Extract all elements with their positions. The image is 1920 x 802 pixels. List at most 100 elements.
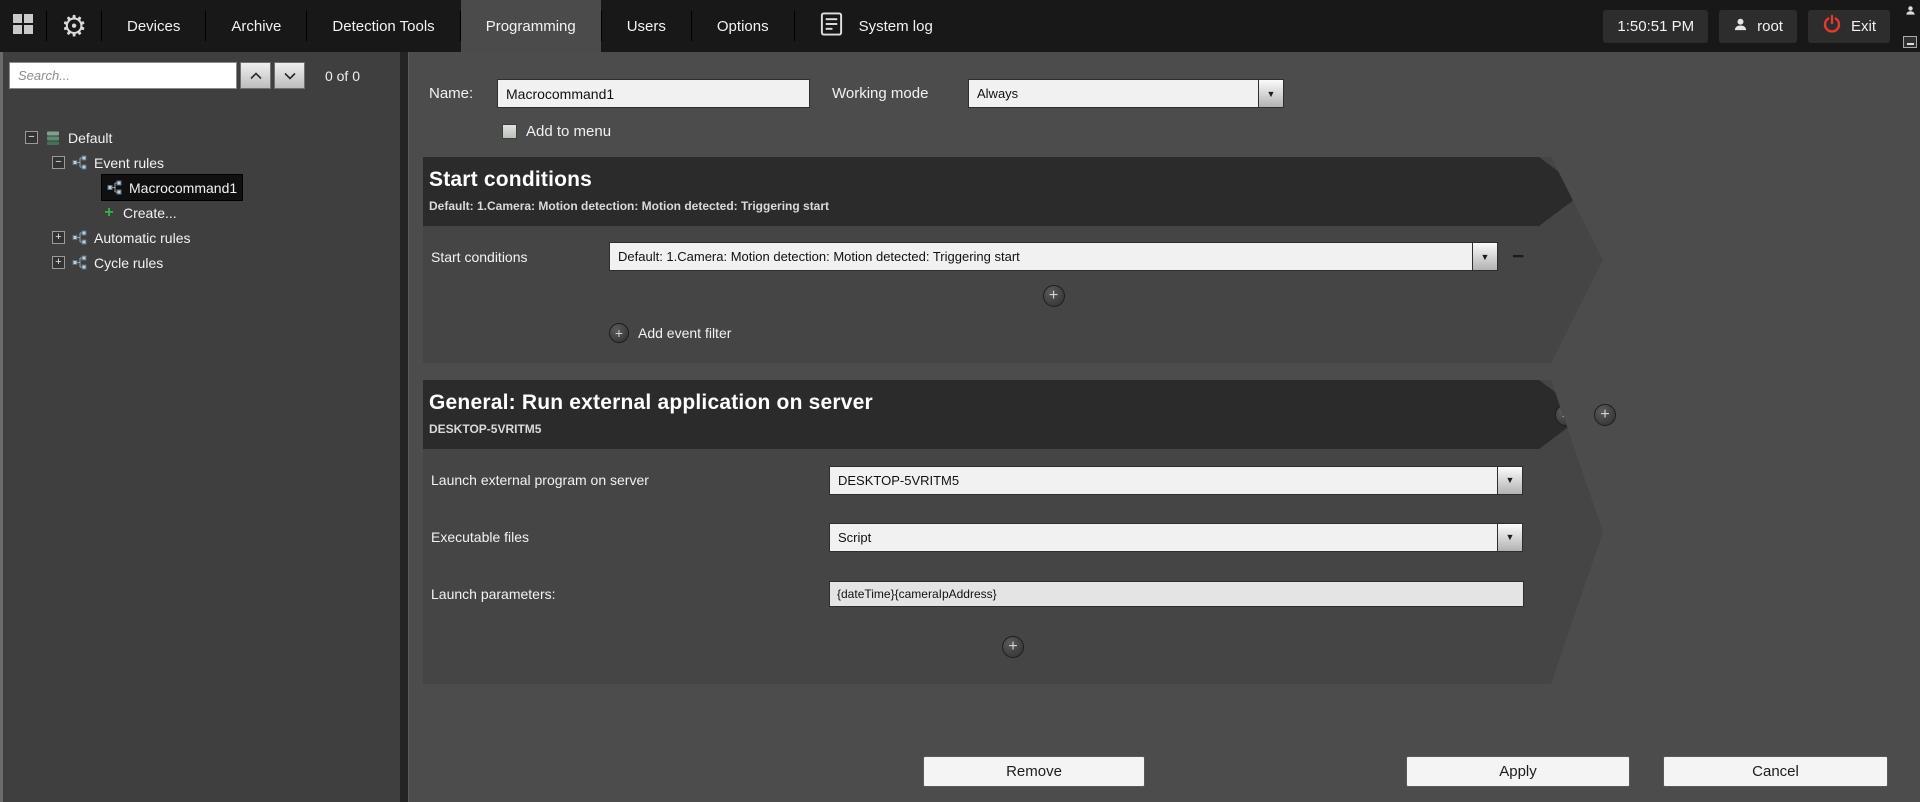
tab-users[interactable]: Users: [602, 0, 691, 52]
launch-parameters-input[interactable]: [829, 581, 1524, 607]
corner-icons: [1903, 0, 1917, 52]
executable-dropdown-button[interactable]: ▼: [1497, 523, 1523, 552]
layout-grid-button[interactable]: [0, 0, 46, 52]
plus-icon: +: [1008, 639, 1017, 655]
server-dropdown-button[interactable]: ▼: [1497, 466, 1523, 495]
tab-programming[interactable]: Programming: [461, 0, 601, 52]
server-select: DESKTOP-5VRITM5 ▼: [829, 466, 1523, 495]
add-condition-button[interactable]: +: [1043, 285, 1065, 307]
tree-item-macrocommand1[interactable]: Macrocommand1: [102, 175, 242, 200]
tree-item-label: Create...: [123, 205, 177, 221]
add-condition-row: +: [609, 285, 1498, 307]
executable-select: Script ▼: [829, 523, 1523, 552]
tree-search-row: 0 of 0: [3, 52, 400, 89]
working-mode-select: Always ▼: [968, 79, 1284, 108]
run-external-app-section: General: Run external application on ser…: [423, 380, 1603, 684]
settings-button[interactable]: ⚙: [47, 0, 101, 52]
tree-item-event-rules[interactable]: − Event rules: [52, 150, 164, 175]
system-log-label: System log: [859, 18, 933, 35]
object-tree: − Default − Event rules: [3, 125, 400, 275]
start-condition-select: Default: 1.Camera: Motion detection: Mot…: [609, 242, 1498, 271]
plus-icon: +: [1600, 407, 1609, 423]
remove-action-button[interactable]: ×: [1555, 404, 1577, 426]
expander-icon[interactable]: −: [52, 156, 65, 169]
app-window: ⚙ Devices Archive Detection Tools Progra…: [0, 0, 1920, 802]
search-match-counter: 0 of 0: [325, 68, 360, 84]
clock-text: 1:50:51 PM: [1617, 18, 1694, 35]
add-sub-action-button[interactable]: +: [1002, 636, 1024, 658]
grid-icon: [11, 12, 35, 41]
remove-condition-button[interactable]: −: [1512, 246, 1524, 267]
executable-label: Executable files: [431, 529, 829, 545]
add-to-menu-checkbox[interactable]: [502, 124, 517, 139]
server-value[interactable]: DESKTOP-5VRITM5: [829, 466, 1497, 495]
search-next-button[interactable]: [274, 62, 305, 89]
minus-icon: −: [1512, 245, 1524, 268]
tree-item-default[interactable]: − Default: [25, 125, 112, 150]
add-event-filter-button[interactable]: + Add event filter: [609, 323, 1603, 343]
tree-item-cycle-rules[interactable]: + Cycle rules: [52, 250, 163, 275]
object-tree-panel: 0 of 0 − Default − Event rules: [0, 52, 400, 802]
expander-icon[interactable]: +: [52, 231, 65, 244]
tab-detection-tools[interactable]: Detection Tools: [307, 0, 459, 52]
cancel-button[interactable]: Cancel: [1663, 756, 1888, 787]
executable-value[interactable]: Script: [829, 523, 1497, 552]
tree-item-create[interactable]: + Create...: [102, 200, 177, 225]
tab-options[interactable]: Options: [692, 0, 794, 52]
add-sub-action-row: +: [423, 636, 1603, 658]
exit-label: Exit: [1851, 18, 1876, 35]
expander-icon[interactable]: +: [52, 256, 65, 269]
search-prev-button[interactable]: [240, 62, 271, 89]
remove-button[interactable]: Remove: [923, 756, 1145, 787]
section-subtitle: DESKTOP-5VRITM5: [429, 422, 1585, 436]
tree-item-label: Event rules: [94, 155, 164, 171]
chevron-up-icon: [250, 67, 262, 85]
working-mode-label: Working mode: [832, 85, 968, 102]
name-row: Name: Working mode Always ▼: [423, 79, 1920, 108]
working-mode-dropdown-button[interactable]: ▼: [1258, 79, 1284, 108]
name-label: Name:: [423, 85, 497, 102]
user-presence-icon: [1905, 3, 1916, 21]
add-to-menu-label: Add to menu: [526, 123, 611, 140]
top-bar: ⚙ Devices Archive Detection Tools Progra…: [0, 0, 1920, 52]
plus-circle-icon: +: [609, 323, 629, 343]
user-button[interactable]: root: [1719, 10, 1797, 43]
section-title: General: Run external application on ser…: [429, 391, 1585, 415]
system-log-button[interactable]: System log: [795, 0, 957, 52]
tab-devices[interactable]: Devices: [102, 0, 205, 52]
rule-icon: [72, 230, 87, 245]
start-condition-dropdown-button[interactable]: ▼: [1472, 242, 1498, 271]
macro-editor: Name: Working mode Always ▼ Add to menu …: [409, 52, 1920, 802]
working-mode-value[interactable]: Always: [968, 79, 1258, 108]
server-stack-icon: [45, 130, 61, 146]
gear-icon: ⚙: [61, 9, 87, 44]
tree-item-label: Default: [68, 130, 112, 146]
tree-item-label: Cycle rules: [94, 255, 163, 271]
topbar-right-group: 1:50:51 PM root Exit: [1603, 0, 1920, 52]
chevron-down-icon: ▼: [1506, 475, 1515, 485]
tab-archive[interactable]: Archive: [206, 0, 306, 52]
name-input[interactable]: [497, 79, 810, 108]
tree-item-automatic-rules[interactable]: + Automatic rules: [52, 225, 190, 250]
rule-icon: [72, 155, 87, 170]
minimize-icon[interactable]: [1903, 36, 1917, 48]
tree-item-label: Automatic rules: [94, 230, 190, 246]
add-to-menu-row: Add to menu: [502, 123, 1920, 140]
panel-divider[interactable]: [400, 52, 409, 802]
start-condition-row: Start conditions Default: 1.Camera: Moti…: [431, 242, 1603, 271]
launch-parameters-row: Launch parameters:: [431, 579, 1603, 609]
run-external-app-header: General: Run external application on ser…: [423, 380, 1585, 449]
chevron-down-icon: ▼: [1267, 89, 1276, 99]
add-icon: +: [102, 204, 116, 222]
launch-parameters-label: Launch parameters:: [431, 586, 829, 602]
add-action-button[interactable]: +: [1594, 404, 1616, 426]
expander-icon[interactable]: −: [25, 131, 38, 144]
plus-icon: +: [1049, 288, 1058, 304]
plus-icon: +: [615, 326, 623, 340]
close-icon: ×: [1561, 407, 1570, 423]
exit-button[interactable]: Exit: [1808, 10, 1890, 43]
apply-button[interactable]: Apply: [1406, 756, 1630, 787]
start-condition-value[interactable]: Default: 1.Camera: Motion detection: Mot…: [609, 242, 1472, 271]
system-log-icon: [819, 11, 844, 41]
search-input[interactable]: [9, 62, 237, 89]
